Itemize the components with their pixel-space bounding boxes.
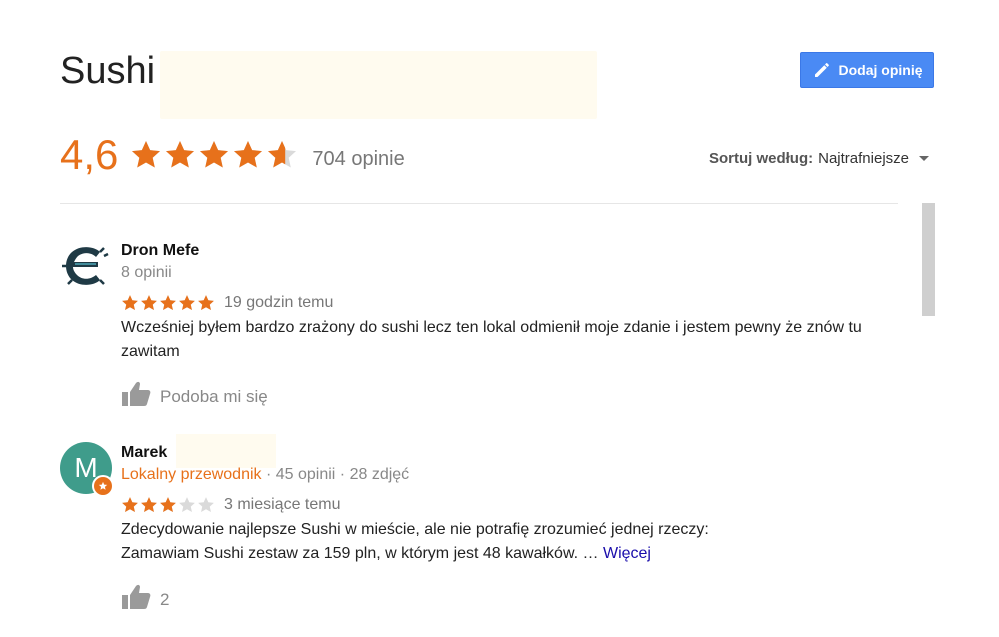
like-count: 2	[160, 589, 170, 609]
star-icon	[234, 141, 263, 168]
review-body: Dron Mefe 8 opinii 19 godzin temu Wcześn…	[121, 240, 911, 412]
star-icon	[200, 141, 229, 168]
like-button[interactable]: 2	[121, 584, 169, 615]
like-label: Podoba mi się	[160, 386, 268, 406]
sort-dropdown[interactable]: Sortuj według: Najtrafniejsze	[709, 150, 929, 167]
average-rating-stars	[130, 139, 298, 171]
review-author-row: Marek	[121, 434, 911, 468]
review-text-line: Zamawiam Sushi zestaw za 159 pln, w któr…	[121, 542, 911, 566]
page-title: Sushi	[60, 50, 156, 92]
pencil-icon	[812, 60, 832, 80]
sort-label: Sortuj według:	[708, 150, 814, 167]
review-author-meta: Lokalny przewodnik · 45 opinii · 28 zdję…	[121, 464, 911, 486]
review-time: 3 miesiące temu	[224, 496, 341, 513]
caret-down-icon	[919, 156, 929, 161]
star-icon	[122, 295, 138, 311]
review-rating-row: 19 godzin temu	[121, 292, 911, 314]
author-stats: · 45 opinii · 28 zdjęć	[261, 466, 410, 483]
rating-summary: 4,6 704 opinie	[60, 130, 405, 180]
review-text-line: Zdecydowanie najlepsze Sushi w mieście, …	[121, 521, 709, 538]
review-text-fragment: Zamawiam Sushi zestaw za 159 pln, w któr…	[121, 545, 599, 562]
star-icon	[179, 295, 195, 311]
star-icon	[122, 497, 138, 513]
star-icon	[160, 295, 176, 311]
star-icon	[166, 141, 195, 168]
title-highlight	[160, 51, 597, 119]
star-icon	[160, 497, 176, 513]
thumbs-up-icon	[121, 584, 151, 615]
average-rating: 4,6	[60, 131, 119, 178]
local-guide-star-icon	[92, 475, 114, 497]
star-icon	[179, 497, 195, 513]
review-text: Zdecydowanie najlepsze Sushi w mieście, …	[121, 518, 911, 566]
review-rating-row: 3 miesiące temu	[121, 494, 911, 516]
star-icon	[268, 141, 297, 168]
review-stars	[121, 496, 215, 514]
divider	[60, 203, 898, 204]
sort-selected-value: Najtrafniejsze	[818, 150, 909, 167]
review-count[interactable]: 704 opinie	[312, 148, 404, 171]
review-author-meta: 8 opinii	[121, 264, 172, 281]
name-highlight	[176, 434, 276, 468]
like-button[interactable]: Podoba mi się	[121, 381, 268, 412]
avatar[interactable]: M	[60, 442, 114, 497]
review-body: Marek Lokalny przewodnik · 45 opinii · 2…	[121, 434, 911, 615]
review-author[interactable]: Marek	[121, 444, 167, 461]
star-icon	[198, 497, 214, 513]
review-time: 19 godzin temu	[224, 294, 334, 311]
star-icon	[198, 295, 214, 311]
star-icon	[141, 295, 157, 311]
scrollbar-thumb[interactable]	[922, 203, 935, 316]
star-icon	[132, 141, 161, 168]
review-author[interactable]: Dron Mefe	[121, 240, 911, 262]
more-link[interactable]: Więcej	[603, 545, 651, 562]
stylized-e-logo-icon[interactable]	[60, 240, 112, 292]
review-text: Wcześniej byłem bardzo zrażony do sushi …	[121, 319, 862, 360]
review-stars	[121, 294, 215, 312]
add-review-label: Dodaj opinię	[838, 62, 923, 78]
star-icon	[141, 497, 157, 513]
thumbs-up-icon	[121, 381, 151, 412]
local-guide-label[interactable]: Lokalny przewodnik	[121, 466, 262, 483]
add-review-button[interactable]: Dodaj opinię	[800, 52, 934, 88]
